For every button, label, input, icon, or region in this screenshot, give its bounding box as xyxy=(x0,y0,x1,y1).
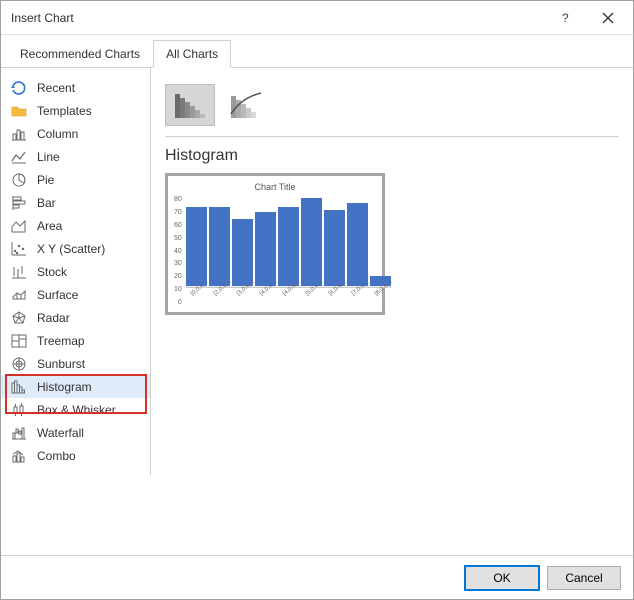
chart-bar xyxy=(186,207,207,287)
titlebar: Insert Chart ? xyxy=(1,1,633,35)
sidebar-item-label: Templates xyxy=(37,104,92,118)
sunburst-chart-icon xyxy=(11,356,27,372)
tab-all-charts[interactable]: All Charts xyxy=(153,40,231,68)
folder-icon xyxy=(11,103,27,119)
chart-preview[interactable]: Chart Title 80706050403020100 [0,0.4…[2,… xyxy=(165,173,385,315)
sidebar-item-treemap[interactable]: Treemap xyxy=(1,329,150,352)
tab-bar: Recommended Charts All Charts xyxy=(1,35,633,68)
sidebar-item-line[interactable]: Line xyxy=(1,145,150,168)
stock-chart-icon xyxy=(11,264,27,280)
chart-bar xyxy=(324,210,345,287)
chart-type-heading: Histogram xyxy=(165,147,619,165)
sidebar-item-histogram[interactable]: Histogram xyxy=(1,375,150,398)
recent-icon xyxy=(11,80,27,96)
sidebar-item-combo[interactable]: Combo xyxy=(1,444,150,467)
svg-text:?: ? xyxy=(562,12,569,24)
sidebar-item-box-whisker[interactable]: Box & Whisker xyxy=(1,398,150,421)
sidebar-item-label: Pie xyxy=(37,173,54,187)
chart-bar xyxy=(209,207,230,287)
box-whisker-icon xyxy=(11,402,27,418)
tab-recommended[interactable]: Recommended Charts xyxy=(7,40,153,68)
main-panel: Histogram Chart Title 80706050403020100 … xyxy=(151,68,633,555)
sidebar-item-sunburst[interactable]: Sunburst xyxy=(1,352,150,375)
sidebar-item-label: Surface xyxy=(37,288,78,302)
sidebar-item-label: Waterfall xyxy=(37,426,84,440)
dialog-footer: OK Cancel xyxy=(1,555,633,599)
sidebar-item-label: Line xyxy=(37,150,60,164)
preview-chart-title: Chart Title xyxy=(174,182,376,192)
bar-chart-icon xyxy=(11,195,27,211)
sidebar-item-label: Box & Whisker xyxy=(37,403,116,417)
help-button[interactable]: ? xyxy=(545,4,587,32)
sidebar-item-label: Sunburst xyxy=(37,357,85,371)
dialog-title: Insert Chart xyxy=(11,11,545,25)
subtype-pareto[interactable] xyxy=(221,84,271,126)
sidebar-item-label: Treemap xyxy=(37,334,85,348)
sidebar-item-label: Stock xyxy=(37,265,67,279)
sidebar-item-label: Column xyxy=(37,127,78,141)
close-button[interactable] xyxy=(587,4,629,32)
treemap-chart-icon xyxy=(11,333,27,349)
sidebar-item-column[interactable]: Column xyxy=(1,122,150,145)
pie-chart-icon xyxy=(11,172,27,188)
combo-chart-icon xyxy=(11,448,27,464)
cancel-button[interactable]: Cancel xyxy=(547,566,621,590)
insert-chart-dialog: Insert Chart ? Recommended Charts All Ch… xyxy=(0,0,634,600)
dialog-body: Recent Templates Column Line Pie xyxy=(1,68,633,555)
sidebar-item-surface[interactable]: Surface xyxy=(1,283,150,306)
pareto-subtype-icon xyxy=(229,90,263,120)
chart-bar xyxy=(301,198,322,287)
sidebar-item-recent[interactable]: Recent xyxy=(1,76,150,99)
sidebar-item-area[interactable]: Area xyxy=(1,214,150,237)
chart-type-sidebar: Recent Templates Column Line Pie xyxy=(1,68,151,475)
sidebar-item-label: Combo xyxy=(37,449,76,463)
ok-button[interactable]: OK xyxy=(465,566,539,590)
y-axis: 80706050403020100 xyxy=(174,196,186,306)
sidebar-item-label: Radar xyxy=(37,311,70,325)
sidebar-item-label: Bar xyxy=(37,196,56,210)
sidebar-item-stock[interactable]: Stock xyxy=(1,260,150,283)
sidebar-item-radar[interactable]: Radar xyxy=(1,306,150,329)
sidebar-item-label: Recent xyxy=(37,81,75,95)
histogram-subtype-icon xyxy=(173,90,207,120)
waterfall-chart-icon xyxy=(11,425,27,441)
radar-chart-icon xyxy=(11,310,27,326)
sidebar-item-waterfall[interactable]: Waterfall xyxy=(1,421,150,444)
sidebar-item-label: Area xyxy=(37,219,62,233)
sidebar-item-bar[interactable]: Bar xyxy=(1,191,150,214)
area-chart-icon xyxy=(11,218,27,234)
x-axis: [0,0.4…[2,0.4…[3,0.4…[4,0.4…[4,0.4…[5,0.… xyxy=(186,288,391,306)
chart-bar xyxy=(278,207,299,287)
subtype-histogram[interactable] xyxy=(165,84,215,126)
scatter-chart-icon xyxy=(11,241,27,257)
bars-region xyxy=(186,196,391,288)
sidebar-item-templates[interactable]: Templates xyxy=(1,99,150,122)
chart-bar xyxy=(347,203,368,287)
close-icon xyxy=(602,12,614,24)
line-chart-icon xyxy=(11,149,27,165)
sidebar-item-label: Histogram xyxy=(37,380,92,394)
sidebar-item-label: X Y (Scatter) xyxy=(37,242,105,256)
preview-chart-area: 80706050403020100 [0,0.4…[2,0.4…[3,0.4…[… xyxy=(174,196,376,306)
sidebar-item-pie[interactable]: Pie xyxy=(1,168,150,191)
chart-subtype-row xyxy=(165,78,619,137)
column-chart-icon xyxy=(11,126,27,142)
surface-chart-icon xyxy=(11,287,27,303)
histogram-chart-icon xyxy=(11,379,27,395)
help-icon: ? xyxy=(560,12,572,24)
sidebar-item-scatter[interactable]: X Y (Scatter) xyxy=(1,237,150,260)
